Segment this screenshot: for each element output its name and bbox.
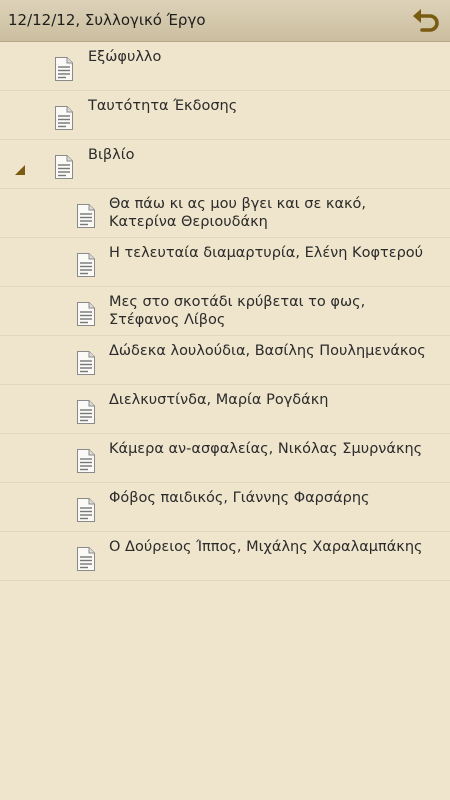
toc-item-label: Θα πάω κι ας μου βγει και σε κακό, Κατερ… [109, 196, 367, 230]
toc-item-label: Ταυτότητα Έκδοσης [88, 98, 238, 114]
page-title: 12/12/12, Συλλογικό Έργο [8, 11, 206, 29]
toc-item-chapter[interactable]: Διελκυστίνδα, Μαρία Ρογδάκη [0, 385, 450, 434]
toc-item-label: Εξώφυλλο [88, 49, 162, 65]
back-button[interactable] [410, 5, 442, 37]
toc-item-chapter[interactable]: Δώδεκα λουλούδια, Βασίλης Πουλημενάκος [0, 336, 450, 385]
toc-item-chapter[interactable]: Μες στο σκοτάδι κρύβεται το φως, Στέφανο… [0, 287, 450, 336]
toc-item-label: Μες στο σκοτάδι κρύβεται το φως, Στέφανο… [109, 294, 366, 328]
toc-item-label: Φόβος παιδικός, Γιάννης Φαρσάρης [109, 490, 370, 506]
document-icon [77, 302, 95, 326]
title-bar: 12/12/12, Συλλογικό Έργο [0, 0, 450, 42]
toc-list: Εξώφυλλο Ταυτότητα Έκδοσης Βιβλίο Θα πάω… [0, 42, 450, 581]
document-icon [77, 498, 95, 522]
document-icon [77, 547, 95, 571]
toc-item-chapter[interactable]: Κάμερα αν-ασφαλείας, Νικόλας Σμυρνάκης [0, 434, 450, 483]
toc-item-chapter[interactable]: Φόβος παιδικός, Γιάννης Φαρσάρης [0, 483, 450, 532]
document-icon [55, 106, 73, 130]
toc-item-cover[interactable]: Εξώφυλλο [0, 42, 450, 91]
document-icon [77, 400, 95, 424]
toc-item-label: Η τελευταία διαμαρτυρία, Ελένη Κοφτερού [109, 245, 424, 261]
toc-item-chapter[interactable]: Ο Δούρειος Ίππος, Μιχάλης Χαραλαμπάκης [0, 532, 450, 581]
document-icon [77, 449, 95, 473]
document-icon [55, 155, 73, 179]
document-icon [55, 57, 73, 81]
toc-item-label: Διελκυστίνδα, Μαρία Ρογδάκη [109, 392, 329, 408]
toc-item-label: Ο Δούρειος Ίππος, Μιχάλης Χαραλαμπάκης [109, 539, 423, 555]
toc-item-chapter[interactable]: Θα πάω κι ας μου βγει και σε κακό, Κατερ… [0, 189, 450, 238]
toc-item-chapter[interactable]: Η τελευταία διαμαρτυρία, Ελένη Κοφτερού [0, 238, 450, 287]
undo-arrow-icon [413, 9, 439, 32]
toc-item-label: Κάμερα αν-ασφαλείας, Νικόλας Σμυρνάκης [109, 441, 423, 457]
toc-item-book[interactable]: Βιβλίο [0, 140, 450, 189]
toc-item-edition-info[interactable]: Ταυτότητα Έκδοσης [0, 91, 450, 140]
toc-item-label: Βιβλίο [88, 147, 135, 163]
document-icon [77, 253, 95, 277]
document-icon [77, 351, 95, 375]
document-icon [77, 204, 95, 228]
toc-item-label: Δώδεκα λουλούδια, Βασίλης Πουλημενάκος [109, 343, 426, 359]
expanded-triangle-icon[interactable] [13, 163, 27, 177]
